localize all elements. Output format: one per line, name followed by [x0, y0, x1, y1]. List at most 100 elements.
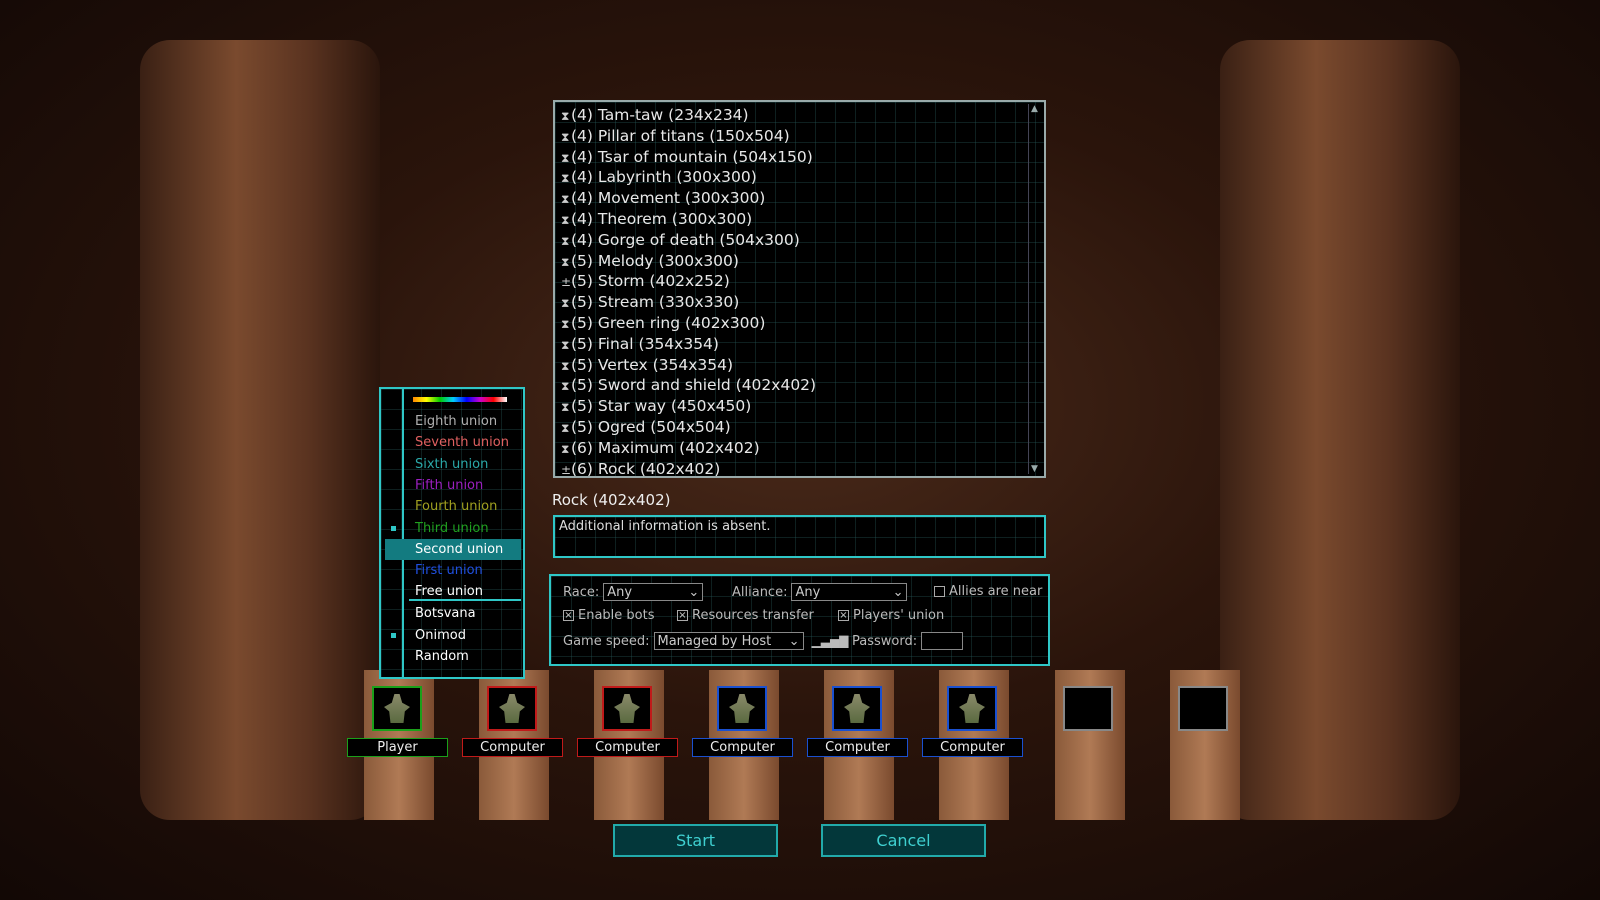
union-option[interactable]: Second union	[385, 538, 521, 560]
player-slot-type[interactable]: Computer	[577, 738, 678, 757]
player-slot-type[interactable]: Computer	[692, 738, 793, 757]
union-option[interactable]: Eighth union	[381, 411, 523, 432]
union-option[interactable]: Fifth union	[381, 475, 523, 496]
cancel-button[interactable]: Cancel	[821, 824, 986, 857]
player-slot-portrait[interactable]	[1063, 686, 1113, 731]
player-slot-portrait[interactable]	[372, 686, 422, 731]
player-slot-portrait[interactable]	[602, 686, 652, 731]
map-list-item[interactable]: ⧗ (5) Melody (300x300)	[561, 251, 1044, 272]
map-list-item[interactable]: ⧗ (5) Final (354x354)	[561, 334, 1044, 355]
map-list-item[interactable]: ⧗ (4) Theorem (300x300)	[561, 209, 1044, 230]
password-input[interactable]	[921, 632, 964, 650]
pin-icon: ±	[561, 462, 572, 477]
map-name: (4) Gorge of death (504x300)	[571, 230, 800, 249]
map-name: (4) Tam-taw (234x234)	[571, 106, 749, 124]
map-name: (5) Green ring (402x300)	[571, 313, 766, 332]
race-label: Random	[415, 649, 469, 664]
scroll-up-icon[interactable]: ▲	[1031, 104, 1038, 114]
start-button[interactable]: Start	[613, 824, 778, 857]
checkbox-icon[interactable]: ×	[677, 610, 688, 621]
race-option[interactable]: Random	[381, 646, 523, 667]
player-slot-type[interactable]: Player	[347, 738, 448, 757]
union-option[interactable]: Fourth union	[381, 496, 523, 517]
union-label: Seventh union	[415, 435, 509, 451]
map-list-item[interactable]: ⧗ (5) Sword and shield (402x402)	[561, 375, 1044, 396]
union-option[interactable]: Free union	[381, 581, 523, 602]
hourglass-icon: ⧗	[561, 296, 570, 311]
union-label: Fourth union	[415, 499, 498, 515]
map-name: (5) Vertex (354x354)	[571, 355, 734, 374]
map-list-item[interactable]: ±(6) Rock (402x402)	[561, 459, 1044, 477]
map-list-item[interactable]: ⧗ (5) Green ring (402x300)	[561, 313, 1044, 334]
hourglass-icon: ⧗	[561, 192, 570, 207]
race-option[interactable]: Onimod	[381, 625, 523, 646]
map-list-item[interactable]: ⧗ (4) Labyrinth (300x300)	[561, 167, 1044, 188]
player-slot-portrait[interactable]	[717, 686, 767, 731]
race-option[interactable]: Botsvana	[381, 603, 523, 624]
union-option[interactable]: Sixth union	[381, 454, 523, 475]
race-label: Botsvana	[415, 606, 476, 621]
map-list-item[interactable]: ⧗ (5) Stream (330x330)	[561, 292, 1044, 313]
player-slot-portrait[interactable]	[487, 686, 537, 731]
password-label: Password:	[852, 633, 918, 649]
map-list-item[interactable]: ⧗ (4) Tsar of mountain (504x150)	[561, 147, 1044, 168]
unit-portrait-icon	[499, 694, 525, 723]
hourglass-icon: ⧗	[561, 420, 570, 435]
map-list-item[interactable]: ±(5) Storm (402x252)	[561, 271, 1044, 292]
map-list-item[interactable]: ⧗ (6) Maximum (402x402)	[561, 438, 1044, 459]
map-list[interactable]: ⧗ (4) Tam-taw (234x234) ⧗ (4) Pillar of tit…	[553, 100, 1046, 478]
enable-bots-checkbox[interactable]: × Enable bots	[563, 608, 655, 623]
allies-near-label: Allies are near	[949, 584, 1043, 599]
union-option[interactable]: Third union	[381, 518, 523, 539]
map-list-item[interactable]: ⧗ (5) Ogred (504x504)	[561, 417, 1044, 438]
map-list-item[interactable]: ⧗ (4) Movement (300x300)	[561, 188, 1044, 209]
alliance-select[interactable]: Any ⌄	[791, 583, 908, 601]
unit-portrait-icon	[729, 694, 755, 723]
map-name: (5) Melody (300x300)	[571, 251, 739, 270]
game-speed-select[interactable]: Managed by Host ⌄	[653, 632, 804, 650]
map-list-item[interactable]: ⧗ (5) Vertex (354x354)	[561, 355, 1044, 376]
map-name: (4) Theorem (300x300)	[571, 209, 753, 228]
scroll-down-icon[interactable]: ▼	[1031, 464, 1038, 474]
player-slot-portrait[interactable]	[1178, 686, 1228, 731]
player-slot-type[interactable]: Computer	[922, 738, 1023, 757]
hourglass-icon: ⧗	[561, 316, 570, 331]
selected-map-title: Rock (402x402)	[552, 491, 671, 509]
player-slot-portrait[interactable]	[947, 686, 997, 731]
map-name: (5) Final (354x354)	[571, 334, 719, 353]
player-slot-type[interactable]: Computer	[807, 738, 908, 757]
race-label: Race:	[563, 584, 600, 600]
player-slot-portrait[interactable]	[832, 686, 882, 731]
checkbox-icon[interactable]: ×	[563, 610, 574, 621]
players-union-checkbox[interactable]: × Players' union	[838, 608, 944, 623]
race-select[interactable]: Any ⌄	[603, 583, 704, 601]
union-label: Free union	[415, 584, 484, 600]
unit-portrait-icon	[959, 694, 985, 723]
map-list-scrollbar[interactable]: ▲ ▼	[1028, 104, 1042, 474]
map-list-item[interactable]: ⧗ (4) Gorge of death (504x300)	[561, 230, 1044, 251]
chevron-down-icon: ⌄	[688, 584, 700, 600]
checkbox-icon[interactable]: ×	[838, 610, 849, 621]
map-name: (5) Storm (402x252)	[571, 272, 730, 291]
alliance-value: Any	[795, 584, 821, 600]
union-option[interactable]: Seventh union	[381, 432, 523, 453]
union-label: First union	[415, 563, 483, 579]
resources-transfer-label: Resources transfer	[692, 608, 814, 623]
resources-transfer-checkbox[interactable]: × Resources transfer	[677, 608, 814, 623]
marker-icon	[391, 632, 396, 638]
union-label: Second union	[415, 541, 504, 557]
chevron-down-icon: ⌄	[788, 633, 800, 649]
union-option[interactable]: First union	[381, 560, 523, 581]
hourglass-icon: ⧗	[561, 337, 570, 352]
allies-near-checkbox[interactable]: Allies are near	[934, 584, 1042, 599]
map-list-item[interactable]: ⧗ (5) Star way (450x450)	[561, 396, 1044, 417]
checkbox-icon[interactable]	[934, 586, 945, 597]
union-label: Third union	[415, 520, 489, 536]
unit-portrait-icon	[384, 694, 410, 723]
map-list-item[interactable]: ⧗ (4) Pillar of titans (150x504)	[561, 126, 1044, 147]
map-name: (4) Movement (300x300)	[571, 189, 766, 208]
hourglass-icon: ⧗	[561, 358, 570, 373]
player-slot-type[interactable]: Computer	[462, 738, 563, 757]
map-list-item[interactable]: ⧗ (4) Tam-taw (234x234)	[561, 105, 1044, 126]
alliance-label: Alliance:	[732, 584, 788, 600]
